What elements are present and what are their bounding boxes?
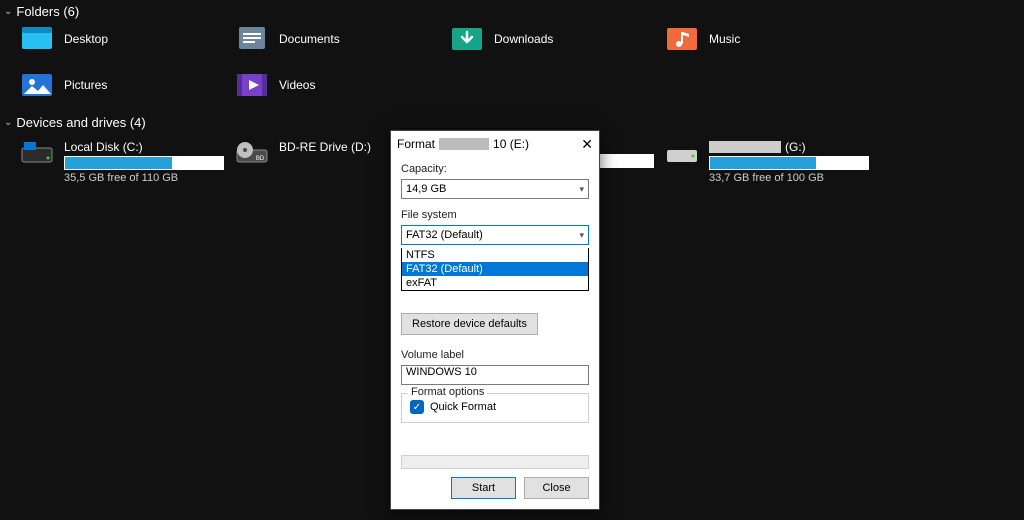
quick-format-checkbox[interactable]: ✓ (410, 400, 424, 414)
drive-label: Local Disk (C:) (64, 140, 224, 154)
start-button[interactable]: Start (451, 477, 516, 499)
drive-label: BD-RE Drive (D:) (279, 140, 371, 154)
chevron-down-icon: ▾ (579, 184, 584, 195)
folder-label: Documents (279, 32, 340, 46)
drive-capacity-bar (64, 156, 224, 170)
desktop-icon (20, 25, 54, 53)
svg-text:BD: BD (256, 156, 265, 162)
folder-label: Pictures (64, 78, 107, 92)
format-options-group: Format options ✓ Quick Format (401, 393, 589, 423)
filesystem-label: File system (401, 209, 589, 221)
drives-header-label: Devices and drives (4) (16, 115, 145, 130)
capacity-label: Capacity: (401, 163, 589, 175)
filesystem-option-ntfs[interactable]: NTFS (402, 248, 588, 262)
filesystem-select[interactable]: FAT32 (Default) ▾ (401, 225, 589, 245)
drive-c[interactable]: Local Disk (C:) 35,5 GB free of 110 GB (20, 140, 235, 184)
pictures-icon (20, 71, 54, 99)
videos-icon (235, 71, 269, 99)
drive-free-text: 33,7 GB free of 100 GB (709, 172, 869, 184)
drive-label: (G:) (785, 140, 806, 154)
redacted-label (709, 141, 781, 153)
drive-capacity-bar (709, 156, 869, 170)
folder-documents[interactable]: Documents (235, 25, 450, 53)
folder-pictures[interactable]: Pictures (20, 71, 235, 99)
filesystem-dropdown: NTFS FAT32 (Default) exFAT (401, 248, 589, 291)
folder-label: Downloads (494, 32, 553, 46)
dialog-title-prefix: Format (397, 137, 435, 151)
drive-g[interactable]: (G:) 33,7 GB free of 100 GB (665, 140, 880, 184)
quick-format-label: Quick Format (430, 401, 496, 413)
restore-defaults-button[interactable]: Restore device defaults (401, 313, 538, 335)
volume-label-value: WINDOWS 10 (406, 366, 477, 378)
folder-desktop[interactable]: Desktop (20, 25, 235, 53)
downloads-icon (450, 25, 484, 53)
format-dialog: Format 10 (E:) ✕ Capacity: 14,9 GB ▾ Fil… (390, 130, 600, 510)
chevron-down-icon: ⌄ (4, 117, 12, 128)
chevron-down-icon: ▾ (579, 230, 584, 241)
close-button[interactable]: Close (524, 477, 589, 499)
folder-label: Desktop (64, 32, 108, 46)
folder-label: Music (709, 32, 740, 46)
filesystem-value: FAT32 (Default) (406, 229, 483, 241)
music-icon (665, 25, 699, 53)
folders-header-label: Folders (6) (16, 4, 79, 19)
drive-icon (665, 140, 699, 168)
optical-drive-icon: BD (235, 140, 269, 168)
filesystem-option-exfat[interactable]: exFAT (402, 276, 588, 290)
capacity-value: 14,9 GB (406, 183, 446, 195)
redacted-label (439, 138, 489, 150)
filesystem-option-fat32[interactable]: FAT32 (Default) (402, 262, 588, 276)
close-icon[interactable]: ✕ (581, 136, 593, 153)
volume-label-input[interactable]: WINDOWS 10 (401, 365, 589, 385)
dialog-titlebar[interactable]: Format 10 (E:) ✕ (391, 131, 599, 157)
capacity-select[interactable]: 14,9 GB ▾ (401, 179, 589, 199)
folders-grid: Desktop Documents Downloads Music Pictur… (0, 25, 1024, 111)
chevron-down-icon: ⌄ (4, 6, 12, 17)
folder-label: Videos (279, 78, 315, 92)
dialog-title-suffix: 10 (E:) (493, 137, 529, 151)
documents-icon (235, 25, 269, 53)
folder-videos[interactable]: Videos (235, 71, 450, 99)
folders-header[interactable]: ⌄ Folders (6) (0, 0, 1024, 25)
local-disk-icon (20, 140, 54, 168)
folder-music[interactable]: Music (665, 25, 880, 53)
folder-downloads[interactable]: Downloads (450, 25, 665, 53)
format-options-legend: Format options (408, 386, 487, 398)
volume-label-label: Volume label (401, 349, 589, 361)
progress-bar (401, 455, 589, 469)
drive-free-text: 35,5 GB free of 110 GB (64, 172, 224, 184)
